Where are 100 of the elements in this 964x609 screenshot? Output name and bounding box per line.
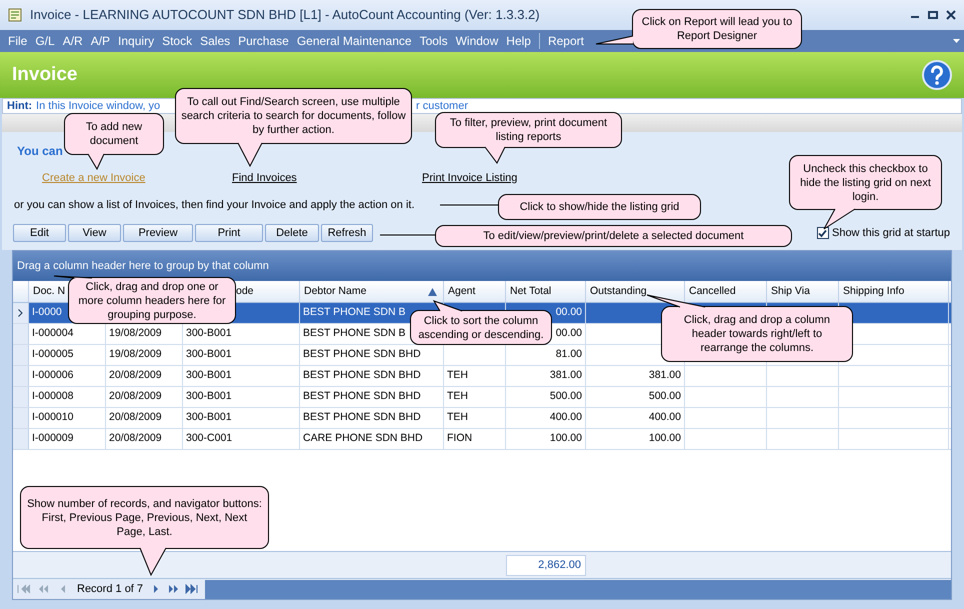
help-tooltip: To add new document (64, 113, 164, 155)
action-link[interactable]: Print Invoice Listing (422, 172, 518, 184)
table-cell: 20/08/2009 (106, 387, 183, 407)
hint-text: r customer (416, 98, 468, 114)
table-cell: 300-C001 (183, 429, 300, 449)
toolbar-button[interactable]: Preview (123, 224, 193, 242)
row-header-cell[interactable] (13, 366, 29, 386)
menu-item[interactable]: Inquiry (114, 32, 158, 50)
last-record-icon[interactable] (184, 584, 200, 594)
help-tooltip: To edit/view/preview/print/delete a selected document (435, 225, 792, 247)
window-title: Invoice - LEARNING AUTOCOUNT SDN BHD [L1] - AutoCount Accounting (Ver: 1.3.3.2) (30, 6, 540, 24)
row-header-cell[interactable] (13, 324, 29, 344)
help-tooltip: Click on Report will lead you to Report Designer (632, 9, 802, 49)
column-header[interactable]: Net Total (506, 281, 586, 302)
table-cell: I-000009 (29, 429, 106, 449)
menu-item[interactable]: Stock (158, 32, 196, 50)
menu-item[interactable]: Tools (416, 32, 452, 50)
menu-item[interactable]: G/L (31, 32, 59, 50)
instruction-text: or you can show a list of Invoices, then find your Invoice and apply the action on it. (14, 198, 415, 213)
table-cell: 500.00 (586, 387, 685, 407)
toolbar-button[interactable]: Delete (265, 224, 319, 242)
column-header[interactable]: Agent (444, 281, 506, 302)
help-tooltip: Click to show/hide the listing grid (498, 194, 701, 220)
table-cell: 100.00 (506, 429, 586, 449)
menu-item[interactable]: General Maintenance (292, 32, 416, 50)
table-cell: 500.00 (506, 387, 586, 407)
table-row[interactable]: I-000006 20/08/2009 300-B001 BEST PHONE SDN BHD TEH 381.00 381.00 (13, 366, 951, 387)
table-cell: I-000005 (29, 345, 106, 365)
leader-line (440, 204, 498, 206)
column-header[interactable]: Ship Via (767, 281, 839, 302)
callout-tail (432, 300, 462, 312)
table-cell: 381.00 (506, 366, 586, 386)
callout-tail (54, 276, 92, 278)
table-row[interactable]: I-000009 20/08/2009 300-C001 CARE PHONE SDN BHD FION 100.00 100.00 (13, 429, 951, 450)
table-cell: 400.00 (586, 408, 685, 428)
help-tooltip: Click, drag and drop one or more column headers here for grouping purpose. (68, 277, 236, 324)
column-header[interactable]: Cancelled (685, 281, 767, 302)
help-tooltip: Show number of records, and navigator buttons: First, Previous Page, Previous, Next, Next Page, Last. (20, 486, 269, 549)
help-tooltip: To call out Find/Search screen, use multiple search criteria to search for documents, follow by further action. (175, 88, 412, 144)
table-cell: I-000006 (29, 366, 106, 386)
hint-label: Hint: (7, 98, 32, 114)
horizontal-scrollbar[interactable] (205, 580, 951, 598)
maximize-icon[interactable] (928, 10, 938, 20)
toolbar-button[interactable]: Refresh (321, 224, 373, 242)
menu-item[interactable]: Purchase (234, 32, 293, 50)
menu-item[interactable]: Window (452, 32, 502, 50)
table-cell: 20/08/2009 (106, 429, 183, 449)
toolbar-button[interactable]: View (68, 224, 121, 242)
table-cell: 19/08/2009 (106, 345, 183, 365)
hint-text: In this Invoice window, yo (36, 100, 160, 112)
table-cell: 300-B001 (183, 387, 300, 407)
menu-item[interactable]: A/P (86, 32, 114, 50)
group-panel-text: Drag a column header here to group by that column (17, 258, 269, 274)
row-header-cell[interactable] (13, 408, 29, 428)
row-header-cell[interactable] (13, 429, 29, 449)
table-cell: CARE PHONE SDN BHD (300, 429, 444, 449)
table-cell: BEST PHONE SDN BHD (300, 366, 444, 386)
dropdown-caret-icon[interactable] (953, 39, 960, 43)
table-cell: FION (444, 429, 506, 449)
column-header[interactable]: Shipping Info (839, 281, 949, 302)
help-icon[interactable] (922, 60, 952, 90)
row-header-cell[interactable] (13, 345, 29, 365)
table-cell: 20/08/2009 (106, 366, 183, 386)
checkbox-label: Show this grid at startup (832, 226, 950, 241)
action-link[interactable]: Find Invoices (232, 172, 297, 184)
row-header-cell[interactable] (13, 303, 29, 323)
callout-tail (646, 294, 706, 308)
table-cell: TEH (444, 387, 506, 407)
table-cell: BEST PHONE SDN BHD (300, 408, 444, 428)
toolbar-button[interactable]: Print (195, 224, 263, 242)
toolbar-button[interactable]: Edit (13, 224, 66, 242)
leader-line (380, 234, 436, 236)
table-cell: 381.00 (586, 366, 685, 386)
menu-item[interactable]: Sales (196, 32, 234, 50)
record-counter: Record 1 of 7 (76, 582, 144, 597)
app-icon (8, 8, 22, 22)
table-row[interactable]: I-000010 20/08/2009 300-B001 BEST PHONE SDN BHD TEH 400.00 400.00 (13, 408, 951, 429)
page-title: Invoice (12, 62, 78, 87)
menu-item[interactable]: Help (502, 32, 535, 50)
callout-tail (824, 208, 856, 230)
menu-item[interactable]: A/R (58, 32, 87, 50)
table-cell: TEH (444, 366, 506, 386)
column-header[interactable]: Debtor Name (300, 281, 444, 302)
menu-item[interactable]: Report (544, 32, 588, 50)
table-cell: 100.00 (586, 429, 685, 449)
table-cell: 300-B001 (183, 408, 300, 428)
row-header-cell[interactable] (13, 387, 29, 407)
table-cell: 20/08/2009 (106, 408, 183, 428)
table-cell: I-000010 (29, 408, 106, 428)
close-icon[interactable] (946, 10, 956, 20)
startup-checkbox[interactable] (816, 227, 829, 240)
table-cell: 300-B001 (183, 345, 300, 365)
intro-heading: You can (17, 143, 63, 160)
net-total-sum: 2,862.00 (506, 554, 586, 576)
menu-item[interactable]: File (4, 32, 32, 50)
table-cell: I-000008 (29, 387, 106, 407)
callout-tail (596, 36, 634, 44)
table-row[interactable]: I-000008 20/08/2009 300-B001 BEST PHONE SDN BHD TEH 500.00 500.00 (13, 387, 951, 408)
callout-tail (140, 548, 166, 576)
table-cell: BEST PHONE SDN BHD (300, 387, 444, 407)
